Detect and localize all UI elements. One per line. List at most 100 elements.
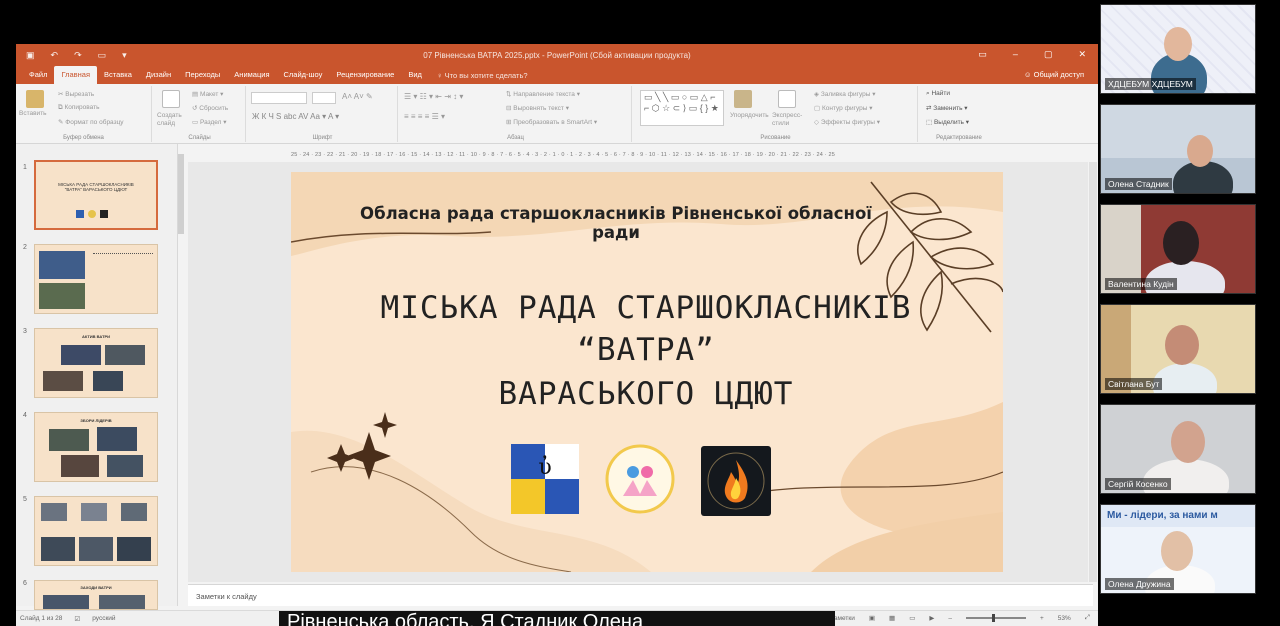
copy-button[interactable]: ⧉ Копировать — [58, 104, 99, 112]
layout-button[interactable]: ▤ Макет ▾ — [192, 90, 223, 98]
thumbnail-photo — [99, 595, 145, 609]
lightbulb-icon: ♀ — [436, 70, 445, 80]
spellcheck-icon[interactable]: ☑ — [74, 615, 80, 623]
arrange-icon[interactable] — [734, 90, 752, 108]
list-buttons[interactable]: ☰ ▾ ☷ ▾ ⇤ ⇥ ↕ ▾ — [404, 92, 463, 101]
font-name-field[interactable] — [251, 92, 307, 104]
current-slide[interactable]: Обласна рада старшокласників Рівненської… — [291, 172, 1003, 572]
participant-head — [1171, 421, 1205, 463]
zoom-out-icon[interactable]: – — [948, 615, 952, 622]
editor-scrollbar[interactable] — [1089, 162, 1097, 582]
thumbnail-photo — [39, 283, 85, 309]
zoom-level[interactable]: 53% — [1058, 615, 1071, 622]
shape-effects-button[interactable]: ◇ Эффекты фигуры ▾ — [814, 118, 880, 126]
person-icon: ☺ — [1023, 70, 1034, 79]
thumbnails-scrollbar[interactable] — [178, 154, 184, 594]
section-button[interactable]: ▭ Раздел ▾ — [192, 118, 227, 126]
format-painter-button[interactable]: ✎ Формат по образцу — [58, 118, 124, 126]
tab-insert[interactable]: Вставка — [97, 66, 139, 84]
group-label: Буфер обмена — [63, 135, 104, 141]
find-button[interactable]: ⌕ Найти — [926, 90, 950, 98]
thumbnail-photo — [93, 371, 123, 391]
tell-me-input[interactable]: ♀ Что вы хотите сделать? — [429, 71, 528, 80]
scrollbar-thumb[interactable] — [178, 154, 184, 234]
participant-tile[interactable]: Олена Стадник — [1100, 104, 1256, 194]
participant-head — [1165, 325, 1199, 365]
select-button[interactable]: ⬚ Выделить ▾ — [926, 118, 969, 126]
fill-icon: ◈ — [814, 91, 821, 98]
participant-name: Світлана Бут — [1105, 378, 1163, 390]
tab-slideshow[interactable]: Слайд-шоу — [277, 66, 330, 84]
zoom-in-icon[interactable]: + — [1040, 615, 1044, 622]
participant-tile[interactable]: Ми - лідери, за нами м Олена Дружина — [1100, 504, 1256, 594]
participant-tile[interactable]: Валентина Кудін — [1100, 204, 1256, 294]
slide-thumbnail-4[interactable]: ЗБОРИ ЛІДЕРІВ — [34, 412, 158, 482]
tab-file[interactable]: Файл — [22, 66, 54, 84]
participant-name: Сергій Косенко — [1105, 478, 1171, 490]
group-drawing: ▭ ╲ ╲ ▭ ○ ▭ △ ⌐ ⌐ ⬡ ☆ ⊂ ⟩ ▭ { } ★ Упоряд… — [634, 86, 918, 142]
thumbnail-photo — [43, 371, 83, 391]
thumbnail-number: 1 — [23, 164, 27, 171]
tab-home[interactable]: Главная — [54, 66, 97, 84]
notes-pane[interactable]: Заметки к слайду — [188, 584, 1093, 606]
share-button[interactable]: ☺ Общий доступ — [1024, 70, 1084, 79]
shape-outline-button[interactable]: ▢ Контур фигуры ▾ — [814, 104, 872, 112]
paste-icon[interactable] — [26, 90, 44, 108]
font-size-field[interactable] — [312, 92, 336, 104]
quick-styles-button[interactable]: Экспресс-стили — [772, 112, 806, 128]
replace-button[interactable]: ⇄ Заменить ▾ — [926, 104, 968, 112]
minimize-icon[interactable]: – — [1013, 49, 1018, 60]
close-icon[interactable]: ✕ — [1078, 49, 1086, 60]
slide-subtitle: Обласна рада старшокласників Рівненської… — [360, 204, 872, 242]
participant-head — [1164, 27, 1192, 61]
thumbnail-photo — [49, 429, 89, 451]
convert-smartart-button[interactable]: ⊞ Преобразовать в SmartArt ▾ — [506, 118, 597, 126]
tab-review[interactable]: Рецензирование — [329, 66, 401, 84]
text-direction-button[interactable]: ⇅ Направление текста ▾ — [506, 90, 580, 98]
zoom-slider-knob[interactable] — [991, 614, 995, 622]
arrange-button[interactable]: Упорядочить — [730, 112, 769, 119]
reset-button[interactable]: ↺ Сбросить — [192, 104, 228, 112]
group-paragraph: ☰ ▾ ☷ ▾ ⇤ ⇥ ↕ ▾ ≡ ≡ ≡ ≡ ☰ ▾ ⇅ Направлени… — [400, 86, 632, 142]
ribbon: Вставить ✂ Вырезать ⧉ Копировать ✎ Форма… — [16, 84, 1098, 144]
participant-tile[interactable]: ХДЦЕБУМ ХДЦЕБУМ — [1100, 4, 1256, 94]
align-text-button[interactable]: ⊟ Выровнять текст ▾ — [506, 104, 569, 112]
fit-slide-icon[interactable]: ⤢ — [1085, 614, 1090, 622]
notes-placeholder: Заметки к слайду — [196, 592, 257, 601]
normal-view-icon[interactable]: ▣ — [869, 614, 875, 622]
maximize-icon[interactable]: ▢ — [1044, 49, 1053, 60]
slide-thumbnail-3[interactable]: АКТИВ ВАТРИ — [34, 328, 158, 398]
slide-thumbnail-2[interactable] — [34, 244, 158, 314]
group-label: Редактирование — [936, 135, 982, 141]
tab-transitions[interactable]: Переходы — [178, 66, 227, 84]
group-label: Слайды — [188, 135, 211, 141]
slide-thumbnail-5[interactable] — [34, 496, 158, 566]
tab-design[interactable]: Дизайн — [139, 66, 178, 84]
language-indicator[interactable]: русский — [92, 615, 115, 623]
participant-head — [1163, 221, 1199, 265]
slide-thumbnail-1[interactable]: МІСЬКА РАДА СТАРШОКЛАСНИКІВ "ВАТРА" ВАРА… — [34, 160, 158, 230]
shapes-gallery[interactable]: ▭ ╲ ╲ ▭ ○ ▭ △ ⌐ ⌐ ⬡ ☆ ⊂ ⟩ ▭ { } ★ — [640, 90, 724, 126]
thumbnail-photo — [79, 537, 113, 561]
align-buttons[interactable]: ≡ ≡ ≡ ≡ ☰ ▾ — [404, 112, 445, 121]
font-style-buttons[interactable]: Ж К Ч S abc AV Aa ▾ A ▾ — [252, 112, 339, 121]
participant-head — [1161, 531, 1193, 571]
new-slide-icon[interactable] — [162, 90, 180, 108]
zoom-slider[interactable] — [965, 614, 1026, 622]
thumbnail-logo — [76, 210, 84, 218]
sorter-view-icon[interactable]: ▦ — [889, 614, 895, 622]
tab-animation[interactable]: Анимация — [227, 66, 276, 84]
slideshow-view-icon[interactable]: ▶ — [929, 614, 934, 622]
quick-styles-icon[interactable] — [778, 90, 796, 108]
ribbon-options-icon[interactable]: ▭ — [978, 49, 987, 60]
participant-tile[interactable]: Світлана Бут — [1100, 304, 1256, 394]
paste-button[interactable]: Вставить — [19, 110, 47, 117]
participant-tile[interactable]: Сергій Косенко — [1100, 404, 1256, 494]
font-size-buttons[interactable]: A˄ A˅ ✎ — [342, 92, 373, 101]
new-slide-button[interactable]: Создать слайд — [157, 112, 187, 128]
cut-button[interactable]: ✂ Вырезать — [58, 90, 94, 98]
reading-view-icon[interactable]: ▭ — [909, 614, 915, 622]
tab-view[interactable]: Вид — [401, 66, 429, 84]
shape-fill-button[interactable]: ◈ Заливка фигуры ▾ — [814, 90, 876, 98]
slide-thumbnail-6[interactable]: ЗАХОДИ ВАТРИ — [34, 580, 158, 610]
